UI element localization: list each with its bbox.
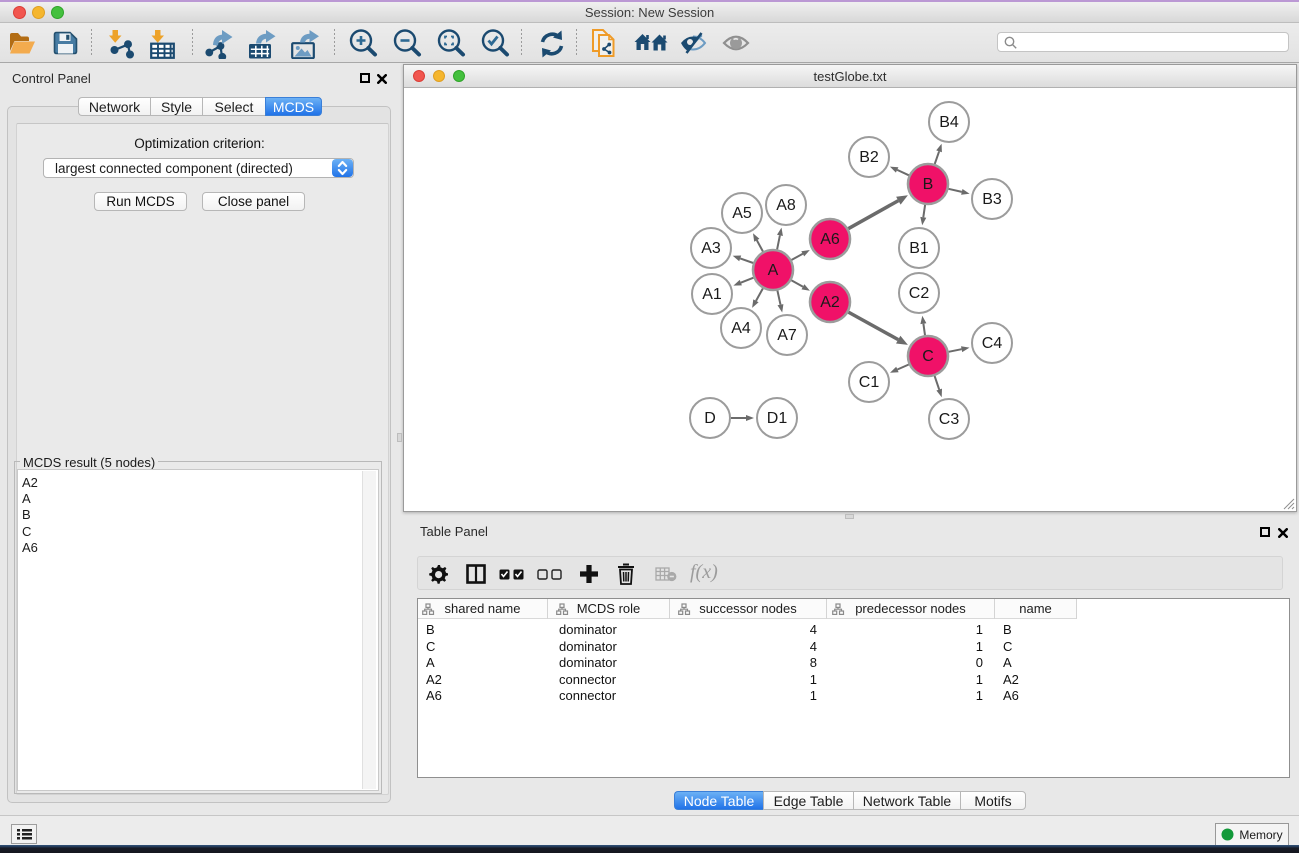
svg-text:C4: C4	[982, 335, 1003, 352]
svg-text:A8: A8	[776, 197, 796, 214]
svg-text:B2: B2	[859, 149, 879, 166]
svg-text:B1: B1	[909, 240, 929, 257]
svg-text:B4: B4	[939, 114, 959, 131]
svg-text:A2: A2	[820, 294, 840, 311]
svg-text:A1: A1	[702, 286, 722, 303]
svg-text:D1: D1	[767, 410, 788, 427]
svg-text:A5: A5	[732, 205, 752, 222]
svg-text:C2: C2	[909, 285, 930, 302]
svg-text:A: A	[768, 262, 779, 279]
svg-text:B: B	[923, 176, 934, 193]
svg-text:A4: A4	[731, 320, 751, 337]
svg-text:A7: A7	[777, 327, 797, 344]
svg-text:B3: B3	[982, 191, 1002, 208]
svg-text:C1: C1	[859, 374, 880, 391]
svg-text:A3: A3	[701, 240, 721, 257]
svg-text:A6: A6	[820, 231, 840, 248]
svg-text:C3: C3	[939, 411, 960, 428]
svg-text:C: C	[922, 348, 934, 365]
svg-text:D: D	[704, 410, 716, 427]
